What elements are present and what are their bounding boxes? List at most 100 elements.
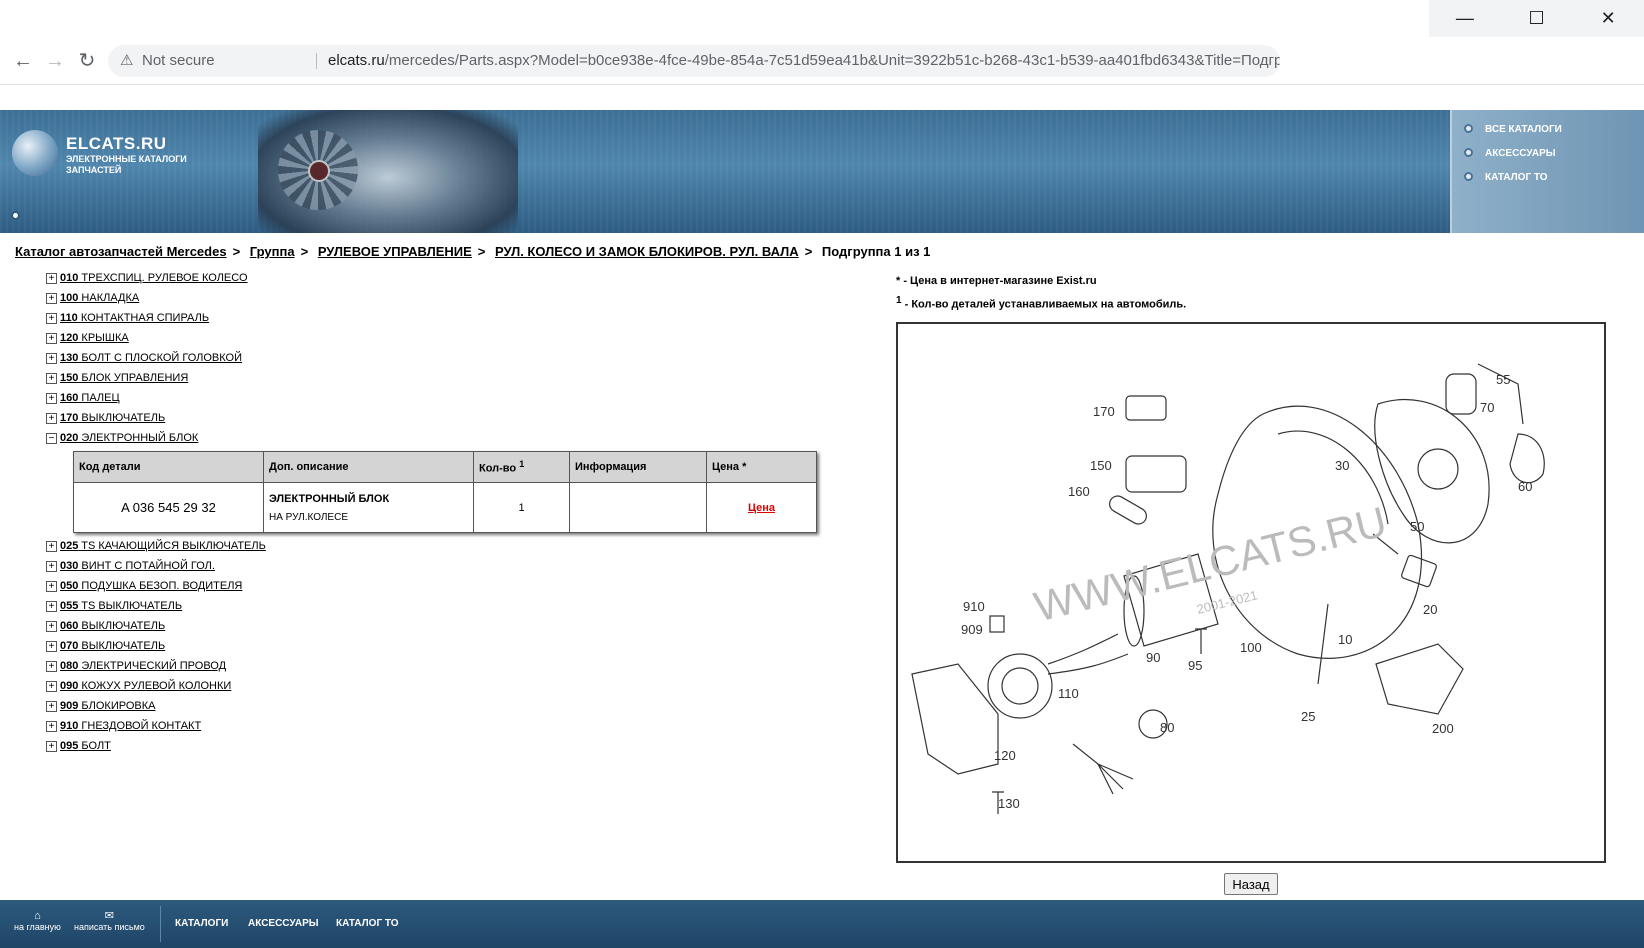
tree-item-120[interactable]: +120 КРЫШКА [46,328,846,348]
tree-item-150[interactable]: +150 БЛОК УПРАВЛЕНИЯ [46,368,846,388]
back-arrow-icon[interactable]: ← [10,48,36,74]
tree-item-080[interactable]: +080 ЭЛЕКТРИЧЕСКИЙ ПРОВОД [46,656,846,676]
expand-icon[interactable]: + [46,640,57,652]
header-menu: ВСЕ КАТАЛОГИ АКСЕССУАРЫ КАТАЛОГ ТО [1450,110,1644,233]
expand-icon[interactable]: + [46,740,57,752]
tree-item-030[interactable]: +030 ВИНТ С ПОТАЙНОЙ ГОЛ. [46,556,846,576]
warning-icon[interactable]: ⚠ [120,45,133,77]
maximize-icon[interactable]: ☐ [1501,0,1573,37]
globe-logo-icon[interactable] [12,130,58,176]
price-link[interactable]: Цена [748,502,775,514]
callout-label[interactable]: 909 [961,622,983,637]
expand-icon[interactable]: + [46,272,57,284]
expand-icon[interactable]: + [46,312,57,324]
home-icon: ⌂ [34,910,41,922]
switch-70-shape [1445,373,1477,415]
callout-label[interactable]: 70 [1480,400,1494,415]
tree-item-100[interactable]: +100 НАКЛАДКА [46,288,846,308]
callout-label[interactable]: 100 [1240,640,1262,655]
expand-icon[interactable]: + [46,292,57,304]
tree-item-055[interactable]: +055 TS ВЫКЛЮЧАТЕЛЬ [46,596,846,616]
expand-icon[interactable]: + [46,620,57,632]
security-label[interactable]: Not secure [142,45,215,77]
expand-icon[interactable]: + [46,720,57,732]
menu-accessories[interactable]: АКСЕССУАРЫ [1464,148,1556,159]
tree-item-170[interactable]: +170 ВЫКЛЮЧАТЕЛЬ [46,408,846,428]
footer-mail-link[interactable]: ✉ написать письмо [74,910,145,932]
tree-item-090[interactable]: +090 КОЖУХ РУЛЕВОЙ КОЛОНКИ [46,676,846,696]
site-logo[interactable]: ELCATS.RU ЭЛЕКТРОННЫЕ КАТАЛОГИ ЗАПЧАСТЕЙ [66,134,206,176]
table-row: A 036 545 29 32 ЭЛЕКТРОННЫЙ БЛОК НА РУЛ.К… [73,482,817,533]
callout-label[interactable]: 120 [994,748,1016,763]
reload-icon[interactable]: ↻ [74,48,100,74]
tree-item-160[interactable]: +160 ПАЛЕЦ [46,388,846,408]
callout-label[interactable]: 200 [1432,721,1454,736]
site-footer: ⌂ на главную ✉ написать письмо КАТАЛОГИ АК… [0,900,1644,948]
callout-label[interactable]: 90 [1146,650,1160,665]
tree-item-110[interactable]: +110 КОНТАКТНАЯ СПИРАЛЬ [46,308,846,328]
callout-label[interactable]: 110 [1058,686,1079,701]
part-code[interactable]: A 036 545 29 32 [73,482,264,533]
bullet-icon [1464,124,1473,133]
callout-label[interactable]: 95 [1188,658,1202,673]
callout-label[interactable]: 30 [1335,458,1349,473]
expand-icon[interactable]: + [46,352,57,364]
expand-icon[interactable]: + [46,332,57,344]
callout-label[interactable]: 25 [1301,709,1315,724]
tree-item-010[interactable]: +010 ТРЕХСПИЦ. РУЛЕВОЕ КОЛЕСО [46,268,846,288]
expand-icon[interactable]: + [46,580,57,592]
expand-icon[interactable]: + [46,560,57,572]
tree-item-095[interactable]: +095 БОЛТ [46,736,846,756]
callout-label[interactable]: 910 [963,599,985,614]
footer-home-link[interactable]: ⌂ на главную [14,910,61,932]
bullet-icon [11,211,20,220]
callout-label[interactable]: 20 [1423,602,1437,617]
address-bar[interactable]: ⚠ Not secure elcats.ru/mercedes/Parts.as… [108,45,1280,77]
callout-label[interactable]: 60 [1518,479,1532,494]
expand-icon[interactable]: + [46,680,57,692]
callout-label[interactable]: 50 [1410,519,1424,534]
expand-icon[interactable]: + [46,392,57,404]
breadcrumb-group[interactable]: Группа [250,244,295,259]
callout-label[interactable]: 130 [998,796,1020,811]
forward-arrow-icon[interactable]: → [42,48,68,74]
expand-icon[interactable]: + [46,372,57,384]
footer-menu-accessories[interactable]: АКСЕССУАРЫ [248,918,319,929]
site-header: ELCATS.RU ЭЛЕКТРОННЫЕ КАТАЛОГИ ЗАПЧАСТЕЙ… [0,110,1644,233]
tree-item-070[interactable]: +070 ВЫКЛЮЧАТЕЛЬ [46,636,846,656]
breadcrumb-subgroup[interactable]: РУЛ. КОЛЕСО И ЗАМОК БЛОКИРОВ. РУЛ. ВАЛА [495,244,799,259]
expand-icon[interactable]: + [46,412,57,424]
tree-item-910[interactable]: +910 ГНЕЗДОВОЙ КОНТАКТ [46,716,846,736]
price-note: * - Цена в интернет-магазине Exist.ru [896,275,1097,287]
footer-menu-catalogs[interactable]: КАТАЛОГИ [175,918,228,929]
tree-item-050[interactable]: +050 ПОДУШКА БЕЗОП. ВОДИТЕЛЯ [46,576,846,596]
expand-icon[interactable]: + [46,700,57,712]
menu-maintenance-catalog[interactable]: КАТАЛОГ ТО [1464,172,1548,183]
breadcrumb-steering[interactable]: РУЛЕВОЕ УПРАВЛЕНИЕ [318,244,472,259]
tree-item-expanded[interactable]: − 020 ЭЛЕКТРОННЫЙ БЛОК [46,428,846,448]
close-icon[interactable]: ✕ [1572,0,1644,37]
menu-all-catalogs[interactable]: ВСЕ КАТАЛОГИ [1464,124,1562,135]
expand-icon[interactable]: + [46,660,57,672]
expand-icon[interactable]: + [46,540,57,552]
callout-label[interactable]: 150 [1090,458,1112,473]
tree-item-060[interactable]: +060 ВЫКЛЮЧАТЕЛЬ [46,616,846,636]
window-controls: — ☐ ✕ [1429,0,1644,37]
callout-label[interactable]: 160 [1068,484,1090,499]
callout-label[interactable]: 170 [1093,404,1115,419]
footer-menu-maintenance[interactable]: КАТАЛОГ ТО [336,918,399,929]
tree-item-025[interactable]: +025 TS КАЧАЮЩИЙСЯ ВЫКЛЮЧАТЕЛЬ [46,536,846,556]
callout-label[interactable]: 10 [1338,632,1352,647]
tree-item-130[interactable]: +130 БОЛТ С ПЛОСКОЙ ГОЛОВКОЙ [46,348,846,368]
url-text[interactable]: elcats.ru/mercedes/Parts.aspx?Model=b0ce… [328,45,1280,77]
back-button[interactable]: Назад [1224,873,1278,895]
callout-label[interactable]: 55 [1496,372,1510,387]
callout-label[interactable]: 80 [1160,720,1174,735]
parts-diagram[interactable]: WWW.ELCATS.RU 2001-2021 170 150 160 30 55 70 6… [896,322,1606,863]
collapse-icon[interactable]: − [46,432,57,444]
tree-item-909[interactable]: +909 БЛОКИРОВКА [46,696,846,716]
minimize-icon[interactable]: — [1429,0,1501,37]
breadcrumb-catalog[interactable]: Каталог автозапчастей Mercedes [15,244,227,259]
bullet-icon [1464,148,1473,157]
expand-icon[interactable]: + [46,600,57,612]
